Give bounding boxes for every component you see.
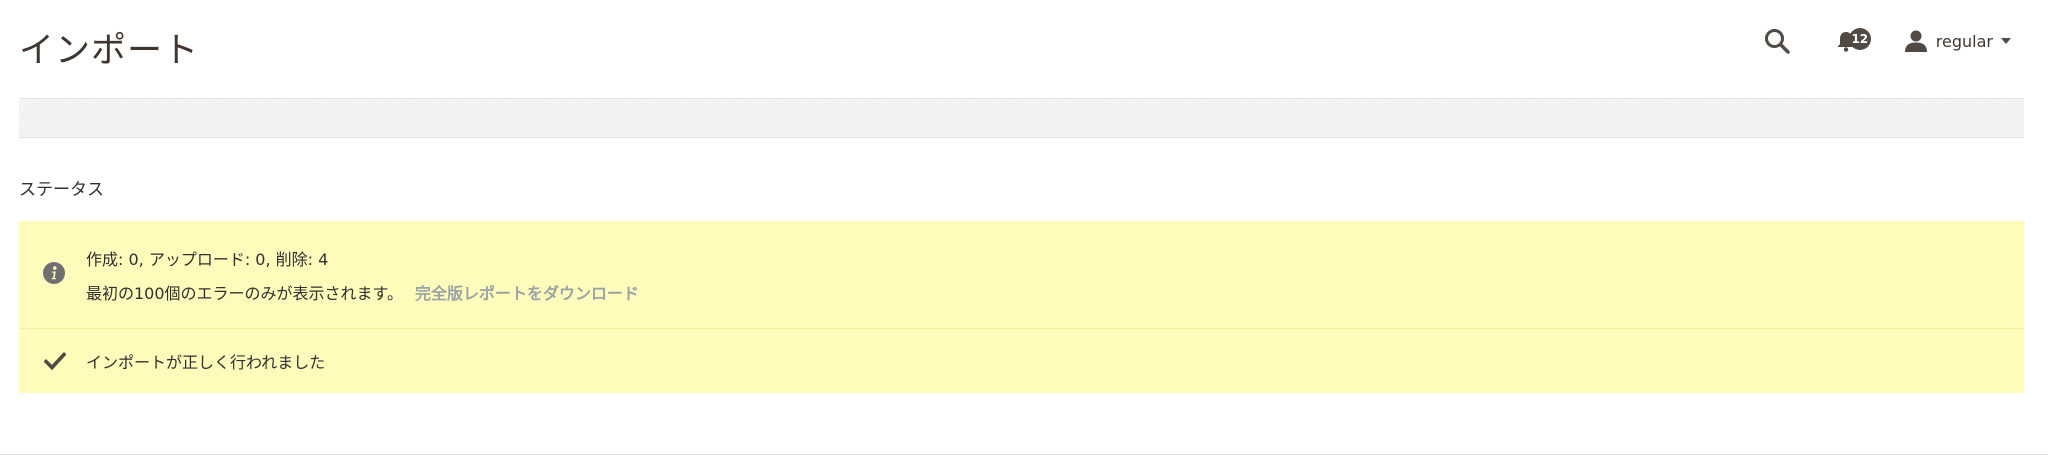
page-bottom-divider: [0, 454, 2048, 455]
page-actions-toolbar: [19, 98, 2024, 138]
status-messages-panel: 作成: 0, アップロード: 0, 削除: 4 最初の100個のエラーのみが表示…: [19, 221, 2024, 393]
success-message-text: インポートが正しく行われました: [86, 353, 326, 372]
download-full-report-link[interactable]: 完全版レポートをダウンロード: [415, 284, 639, 303]
notification-count-badge: 12: [1848, 28, 1871, 50]
success-message: インポートが正しく行われました: [19, 329, 2024, 393]
error-notice-line: 最初の100個のエラーのみが表示されます。 完全版レポートをダウンロード: [86, 280, 639, 304]
search-button[interactable]: [1760, 24, 1794, 58]
user-account-menu[interactable]: regular: [1904, 24, 2011, 58]
import-summary-text: 作成: 0, アップロード: 0, 削除: 4: [86, 250, 329, 269]
import-page: インポート 12 regular ステータス 作成: 0, アップロード: 0,…: [0, 0, 2048, 469]
checkmark-icon: [44, 351, 66, 371]
notifications-button[interactable]: 12: [1836, 24, 1876, 58]
info-message: 作成: 0, アップロード: 0, 削除: 4 最初の100個のエラーのみが表示…: [19, 221, 2024, 329]
errors-note-text: 最初の100個のエラーのみが表示されます。: [86, 284, 403, 303]
info-icon: [43, 262, 65, 284]
caret-down-icon: [2001, 37, 2011, 44]
search-icon: [1764, 29, 1790, 54]
user-name: regular: [1935, 31, 1993, 51]
page-title: インポート: [19, 31, 200, 71]
header-actions: 12 regular: [1760, 24, 2011, 58]
status-section-label: ステータス: [19, 180, 104, 200]
user-icon: [1904, 30, 1927, 52]
